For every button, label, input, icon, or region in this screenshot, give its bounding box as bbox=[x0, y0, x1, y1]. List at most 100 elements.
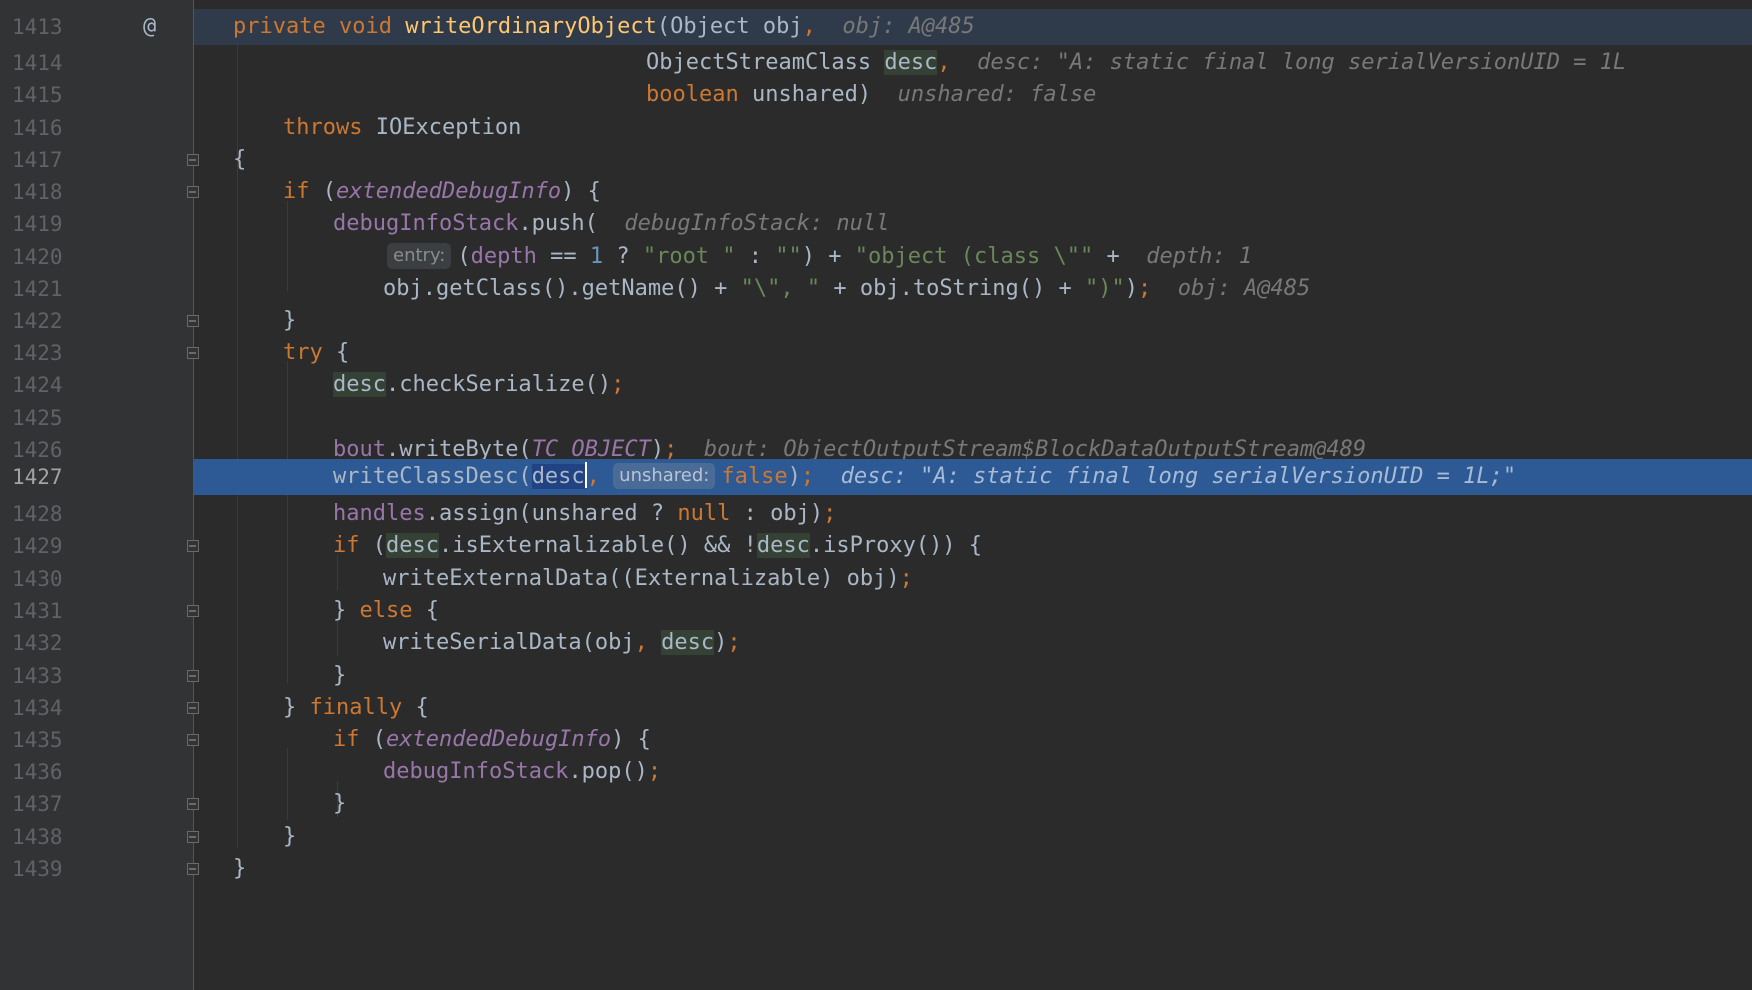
fold-marker-icon[interactable] bbox=[187, 347, 199, 359]
code-line[interactable]: 1425 bbox=[0, 400, 1752, 436]
line-number[interactable]: 1435 bbox=[12, 722, 82, 758]
code-line[interactable]: 1416 throws IOException bbox=[0, 110, 1752, 146]
code-line[interactable]: 1430 writeExternalData((Externalizable) … bbox=[0, 561, 1752, 597]
line-number[interactable]: 1439 bbox=[12, 851, 82, 887]
code-line[interactable]: 1428 handles.assign(unshared ? null : ob… bbox=[0, 496, 1752, 532]
code-text: obj.getClass().getName() + "\", " + obj.… bbox=[383, 276, 1311, 301]
line-number[interactable]: 1432 bbox=[12, 625, 82, 661]
line-number[interactable]: 1420 bbox=[12, 239, 82, 275]
code-text: { bbox=[233, 147, 247, 172]
line-number[interactable]: 1419 bbox=[12, 206, 82, 242]
fold-marker-icon[interactable] bbox=[187, 540, 199, 552]
line-number[interactable]: 1436 bbox=[12, 754, 82, 790]
code-line[interactable]: 1414 ObjectStreamClass desc, desc: "A: s… bbox=[0, 45, 1752, 81]
fold-marker-icon[interactable] bbox=[187, 154, 199, 166]
line-number[interactable]: 1427 bbox=[12, 459, 82, 495]
fold-marker-icon[interactable] bbox=[187, 605, 199, 617]
inline-debug-value: debugInfoStack: null bbox=[624, 211, 890, 236]
code-line[interactable]: 1423 try { bbox=[0, 335, 1752, 371]
code-line[interactable]: 1422 } bbox=[0, 303, 1752, 339]
code-text: } bbox=[333, 663, 347, 688]
code-text: } bbox=[333, 791, 347, 816]
inline-debug-value: unshared: false bbox=[897, 82, 1097, 107]
code-text: boolean unshared) unshared: false bbox=[646, 82, 1097, 107]
inline-debug-value: desc: "A: static final long serialVersio… bbox=[977, 50, 1627, 75]
line-number[interactable]: 1433 bbox=[12, 658, 82, 694]
code-text: writeExternalData((Externalizable) obj); bbox=[383, 566, 913, 591]
code-editor[interactable]: 1413 @ private void writeOrdinaryObject(… bbox=[0, 0, 1752, 990]
code-text: ObjectStreamClass desc, desc: "A: static… bbox=[646, 50, 1627, 75]
code-text: } bbox=[233, 856, 247, 881]
inline-debug-value: obj: A@485 bbox=[842, 14, 975, 39]
line-number[interactable]: 1423 bbox=[12, 335, 82, 371]
inline-debug-value: obj: A@485 bbox=[1177, 276, 1311, 301]
code-text: } finally { bbox=[283, 695, 429, 720]
code-line[interactable]: 1434 } finally { bbox=[0, 690, 1752, 726]
line-number[interactable]: 1424 bbox=[12, 367, 82, 403]
execution-line[interactable]: 1427 writeClassDesc(desc, unshared: false… bbox=[0, 459, 1752, 495]
line-number[interactable]: 1422 bbox=[12, 303, 82, 339]
code-line[interactable]: 1436 debugInfoStack.pop(); bbox=[0, 754, 1752, 790]
fold-marker-icon[interactable] bbox=[187, 315, 199, 327]
code-line[interactable]: 1433 } bbox=[0, 658, 1752, 694]
code-text: writeSerialData(obj, desc); bbox=[383, 630, 741, 655]
code-line[interactable]: 1431 } else { bbox=[0, 593, 1752, 629]
code-line[interactable]: 1419 debugInfoStack.push( debugInfoStack… bbox=[0, 206, 1752, 242]
code-line[interactable]: 1437 } bbox=[0, 786, 1752, 822]
fold-marker-icon[interactable] bbox=[187, 186, 199, 198]
line-number[interactable]: 1418 bbox=[12, 174, 82, 210]
code-text: if (extendedDebugInfo) { bbox=[283, 179, 601, 204]
line-number[interactable]: 1421 bbox=[12, 271, 82, 307]
line-number[interactable]: 1413 bbox=[12, 9, 82, 45]
code-line[interactable]: 1418 if (extendedDebugInfo) { bbox=[0, 174, 1752, 210]
code-line[interactable]: 1417 { bbox=[0, 142, 1752, 178]
code-line[interactable]: 1420 entry: (depth == 1 ? "root " : "") +… bbox=[0, 239, 1752, 275]
override-annotation-icon[interactable]: @ bbox=[143, 9, 156, 45]
line-number[interactable]: 1429 bbox=[12, 528, 82, 564]
line-number[interactable]: 1425 bbox=[12, 400, 82, 436]
line-number[interactable]: 1431 bbox=[12, 593, 82, 629]
code-text: entry: (depth == 1 ? "root " : "") + "obj… bbox=[387, 239, 1252, 275]
code-text: debugInfoStack.pop(); bbox=[383, 759, 662, 784]
code-line[interactable]: 1435 if (extendedDebugInfo) { bbox=[0, 722, 1752, 758]
code-line[interactable]: 1429 if (desc.isExternalizable() && !des… bbox=[0, 528, 1752, 564]
line-number[interactable]: 1430 bbox=[12, 561, 82, 597]
line-number[interactable]: 1414 bbox=[12, 45, 82, 81]
code-text: private void writeOrdinaryObject(Object … bbox=[233, 14, 975, 39]
code-line[interactable]: 1438 } bbox=[0, 819, 1752, 855]
code-text: } bbox=[283, 308, 297, 333]
code-text: if (desc.isExternalizable() && !desc.isP… bbox=[333, 533, 983, 558]
code-line[interactable]: 1439 } bbox=[0, 851, 1752, 887]
parameter-name-hint: entry: bbox=[387, 243, 452, 269]
code-text: } bbox=[283, 824, 297, 849]
fold-marker-icon[interactable] bbox=[187, 734, 199, 746]
fold-marker-icon[interactable] bbox=[187, 670, 199, 682]
line-number[interactable]: 1415 bbox=[12, 77, 82, 113]
code-line[interactable]: 1415 boolean unshared) unshared: false bbox=[0, 77, 1752, 113]
code-text: desc.checkSerialize(); bbox=[333, 372, 625, 397]
parameter-name-hint: unshared: bbox=[613, 463, 716, 489]
line-number[interactable]: 1434 bbox=[12, 690, 82, 726]
line-number[interactable]: 1416 bbox=[12, 110, 82, 146]
fold-marker-icon[interactable] bbox=[187, 863, 199, 875]
code-text: } else { bbox=[333, 598, 439, 623]
code-text: handles.assign(unshared ? null : obj); bbox=[333, 501, 837, 526]
inline-debug-value: depth: 1 bbox=[1146, 244, 1253, 269]
fold-marker-icon[interactable] bbox=[187, 798, 199, 810]
fold-marker-icon[interactable] bbox=[187, 702, 199, 714]
code-line[interactable]: 1432 writeSerialData(obj, desc); bbox=[0, 625, 1752, 661]
code-text: writeClassDesc(desc, unshared: false); de… bbox=[333, 462, 1517, 489]
inline-debug-value: desc: "A: static final long serialVersio… bbox=[840, 464, 1517, 489]
code-text: throws IOException bbox=[283, 115, 522, 140]
line-number[interactable]: 1417 bbox=[12, 142, 82, 178]
line-number[interactable]: 1438 bbox=[12, 819, 82, 855]
code-line[interactable]: 1413 @ private void writeOrdinaryObject(… bbox=[0, 9, 1752, 45]
code-text: debugInfoStack.push( debugInfoStack: nul… bbox=[333, 211, 890, 236]
line-number[interactable]: 1428 bbox=[12, 496, 82, 532]
line-number[interactable]: 1437 bbox=[12, 786, 82, 822]
code-line[interactable]: 1421 obj.getClass().getName() + "\", " +… bbox=[0, 271, 1752, 307]
fold-marker-icon[interactable] bbox=[187, 831, 199, 843]
code-text: if (extendedDebugInfo) { bbox=[333, 727, 651, 752]
code-text: try { bbox=[283, 340, 350, 365]
code-line[interactable]: 1424 desc.checkSerialize(); bbox=[0, 367, 1752, 403]
